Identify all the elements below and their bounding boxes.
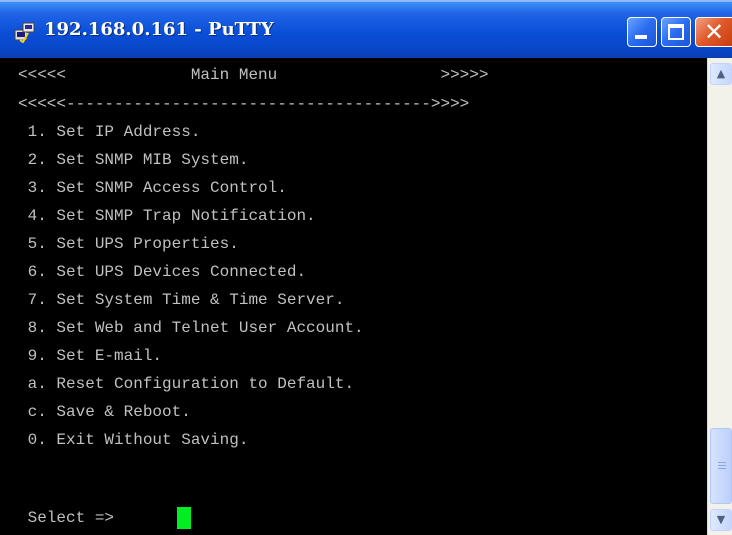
title-bar[interactable]: 192.168.0.161 - PuTTY ✕ — [0, 0, 732, 58]
menu-item-3: 3. Set SNMP Access Control. — [18, 179, 287, 197]
chevron-up-icon: ▲ — [716, 67, 726, 80]
menu-item-1: 1. Set IP Address. — [18, 123, 201, 141]
putty-icon[interactable] — [14, 21, 36, 43]
maximize-button[interactable] — [661, 17, 691, 47]
menu-item-8: 8. Set Web and Telnet User Account. — [18, 319, 364, 337]
menu-item-2: 2. Set SNMP MIB System. — [18, 151, 249, 169]
menu-item-6: 6. Set UPS Devices Connected. — [18, 263, 307, 281]
maximize-icon — [668, 24, 684, 40]
chevron-down-icon: ▼ — [716, 513, 726, 526]
menu-item-7: 7. Set System Time & Time Server. — [18, 291, 345, 309]
minimize-icon — [635, 35, 647, 39]
grip-line — [718, 468, 726, 469]
select-prompt: Select => — [18, 509, 115, 527]
putty-window: 192.168.0.161 - PuTTY ✕ <<<<< Main Menu … — [0, 0, 732, 535]
menu-item-4: 4. Set SNMP Trap Notification. — [18, 207, 316, 225]
text-cursor — [177, 507, 191, 529]
menu-item-9: 9. Set E-mail. — [18, 347, 163, 365]
menu-separator: <<<<<-----------------------------------… — [18, 95, 470, 113]
minimize-button[interactable] — [627, 17, 657, 47]
grip-line — [718, 465, 726, 466]
grip-line — [718, 462, 726, 463]
menu-item-a: a. Reset Configuration to Default. — [18, 375, 355, 393]
close-button[interactable]: ✕ — [695, 17, 732, 47]
menu-item-5: 5. Set UPS Properties. — [18, 235, 239, 253]
scroll-down-button[interactable]: ▼ — [710, 509, 732, 531]
vertical-scrollbar[interactable]: ▲ ▼ — [707, 58, 732, 535]
menu-item-c: c. Save & Reboot. — [18, 403, 191, 421]
scrollbar-thumb[interactable] — [710, 428, 732, 504]
menu-header: <<<<< Main Menu >>>>> — [18, 66, 489, 84]
scroll-up-button[interactable]: ▲ — [710, 63, 732, 85]
terminal-area[interactable]: <<<<< Main Menu >>>>> <<<<<-------------… — [0, 58, 707, 535]
menu-item-0: 0. Exit Without Saving. — [18, 431, 249, 449]
close-icon: ✕ — [704, 18, 725, 46]
window-title: 192.168.0.161 - PuTTY — [44, 19, 274, 40]
